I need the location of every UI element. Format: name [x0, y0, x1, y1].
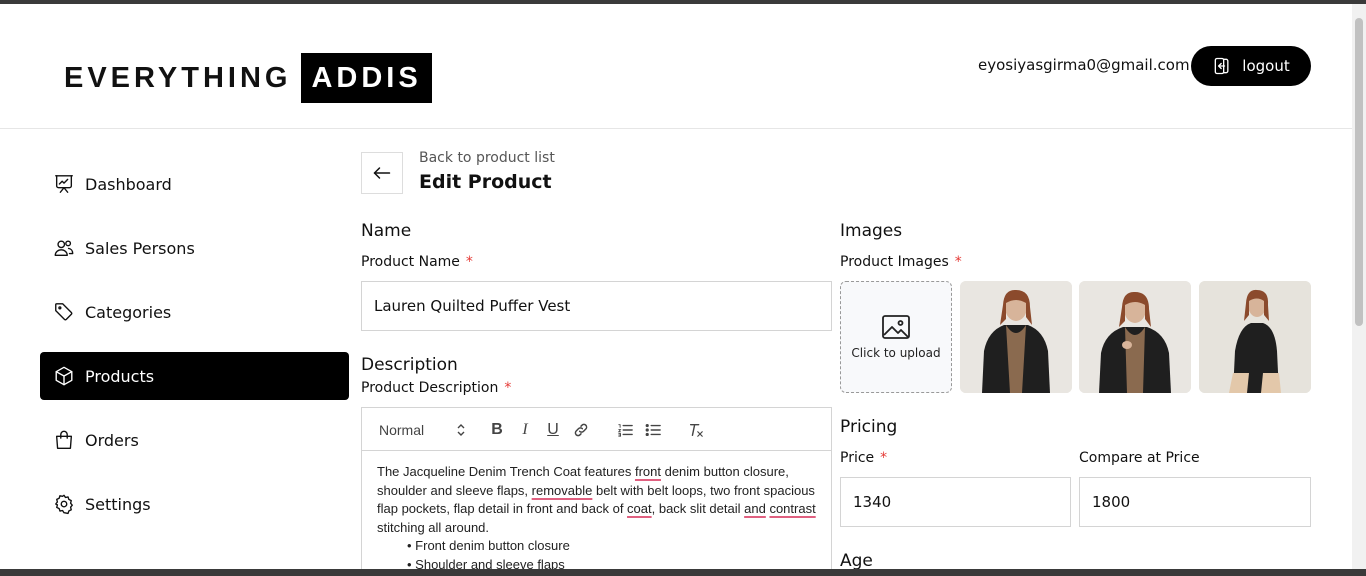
description-bullet-list: Front denim button closure Shoulder and … — [377, 537, 816, 569]
logout-icon — [1214, 57, 1229, 75]
image-upload-dropzone[interactable]: Click to upload — [840, 281, 952, 393]
sidebar-nav: Dashboard Sales Persons Categories Produ… — [40, 160, 349, 544]
text-format-value: Normal — [379, 422, 425, 438]
cube-icon — [55, 366, 73, 386]
description-paragraph: The Jacqueline Denim Trench Coat feature… — [377, 463, 816, 537]
product-images-label: Product Images * — [840, 254, 962, 270]
product-description-label: Product Description * — [361, 380, 511, 396]
spellcheck-word: front — [634, 464, 661, 479]
required-mark: * — [504, 380, 512, 396]
page-title: Edit Product — [419, 171, 552, 193]
price-label: Price * — [840, 450, 887, 466]
image-icon — [882, 315, 910, 339]
sidebar-item-label: Categories — [85, 302, 172, 322]
editor-toolbar: Normal B I U — [362, 408, 831, 451]
italic-button[interactable]: I — [516, 420, 534, 440]
back-button[interactable] — [361, 152, 403, 194]
price-input[interactable]: 1340 — [840, 477, 1071, 527]
age-section-title: Age — [840, 551, 873, 571]
ordered-list-button[interactable] — [615, 420, 635, 440]
scrollbar-thumb[interactable] — [1355, 18, 1363, 326]
product-name-value: Lauren Quilted Puffer Vest — [374, 297, 571, 315]
list-item: Front denim button closure — [407, 537, 816, 556]
page-scrollbar[interactable] — [1352, 4, 1366, 569]
product-image-thumbnail[interactable] — [1079, 281, 1191, 393]
product-description-label-text: Product Description — [361, 380, 499, 396]
editor-content[interactable]: The Jacqueline Denim Trench Coat feature… — [362, 451, 831, 569]
window-bottom-edge — [0, 569, 1366, 576]
pricing-section-title: Pricing — [840, 417, 898, 437]
tag-icon — [55, 303, 73, 321]
required-mark: * — [880, 450, 888, 466]
bold-button[interactable]: B — [488, 420, 506, 440]
select-arrows-icon — [457, 424, 465, 436]
sidebar-item-label: Settings — [85, 494, 151, 514]
product-name-label-text: Product Name — [361, 254, 460, 270]
arrow-left-icon — [373, 167, 391, 179]
sidebar-item-label: Sales Persons — [85, 238, 195, 258]
product-image-thumbnail[interactable] — [1199, 281, 1311, 393]
sidebar-item-orders[interactable]: Orders — [40, 416, 349, 464]
top-header: EVERYTHING ADDIS eyosiyasgirma0@gmail.co… — [0, 4, 1352, 129]
text-run: , back slit detail — [651, 501, 745, 516]
product-images-label-text: Product Images — [840, 254, 949, 270]
logout-button[interactable]: logout — [1191, 46, 1311, 86]
product-name-input[interactable]: Lauren Quilted Puffer Vest — [361, 281, 832, 331]
gear-icon — [55, 494, 73, 515]
upload-label: Click to upload — [851, 346, 941, 360]
product-image-thumbnail[interactable] — [960, 281, 1072, 393]
link-icon — [574, 423, 588, 437]
users-icon — [54, 240, 74, 257]
list-item: Shoulder and sleeve flaps — [407, 556, 816, 570]
text-format-select[interactable]: Normal — [379, 420, 465, 440]
product-photo — [960, 281, 1072, 393]
clear-format-icon — [689, 423, 703, 437]
presentation-chart-icon — [55, 175, 73, 193]
product-photo — [1079, 281, 1191, 393]
underline-button[interactable]: U — [544, 420, 562, 440]
product-photo — [1199, 281, 1311, 393]
ordered-list-icon — [617, 424, 633, 437]
compare-at-price-label: Compare at Price — [1079, 450, 1200, 466]
product-name-label: Product Name * — [361, 254, 473, 270]
sidebar-item-settings[interactable]: Settings — [40, 480, 349, 528]
sidebar-item-sales-persons[interactable]: Sales Persons — [40, 224, 349, 272]
shopping-bag-icon — [55, 430, 73, 449]
sidebar-item-label: Dashboard — [85, 174, 172, 194]
name-section-title: Name — [361, 221, 412, 241]
spellcheck-word: and — [744, 501, 766, 516]
bullet-list-icon — [645, 423, 661, 437]
bullet-list-button[interactable] — [643, 420, 663, 440]
text-run: The Jacqueline Denim Trench Coat feature… — [377, 464, 635, 479]
text-run: stitching all around. — [377, 519, 490, 535]
price-value: 1340 — [853, 493, 892, 511]
sidebar-item-categories[interactable]: Categories — [40, 288, 349, 336]
logout-label: logout — [1242, 57, 1290, 75]
sidebar-item-label: Orders — [85, 430, 139, 450]
sidebar-item-label: Products — [85, 366, 155, 386]
description-rich-text-editor[interactable]: Normal B I U The Jacqueline Denim Trench… — [361, 407, 832, 569]
required-mark: * — [954, 254, 962, 270]
brand-logo[interactable]: EVERYTHING ADDIS — [64, 53, 432, 103]
link-button[interactable] — [571, 420, 591, 440]
logo-text-everything: EVERYTHING — [64, 61, 292, 94]
price-label-text: Price — [840, 450, 875, 466]
spellcheck-word: coat — [627, 501, 652, 516]
spellcheck-word: removable — [531, 482, 593, 498]
spellcheck-word: contrast — [769, 501, 816, 516]
logo-text-addis: ADDIS — [301, 53, 432, 103]
sidebar-item-products[interactable]: Products — [40, 352, 349, 400]
back-to-list-link[interactable]: Back to product list — [419, 150, 555, 166]
images-section-title: Images — [840, 221, 903, 241]
description-section-title: Description — [361, 355, 458, 375]
user-email: eyosiyasgirma0@gmail.com — [978, 56, 1190, 74]
required-mark: * — [465, 254, 473, 270]
sidebar-item-dashboard[interactable]: Dashboard — [40, 160, 349, 208]
compare-at-price-value: 1800 — [1092, 493, 1131, 511]
compare-at-price-input[interactable]: 1800 — [1079, 477, 1311, 527]
clear-format-button[interactable] — [686, 420, 706, 440]
